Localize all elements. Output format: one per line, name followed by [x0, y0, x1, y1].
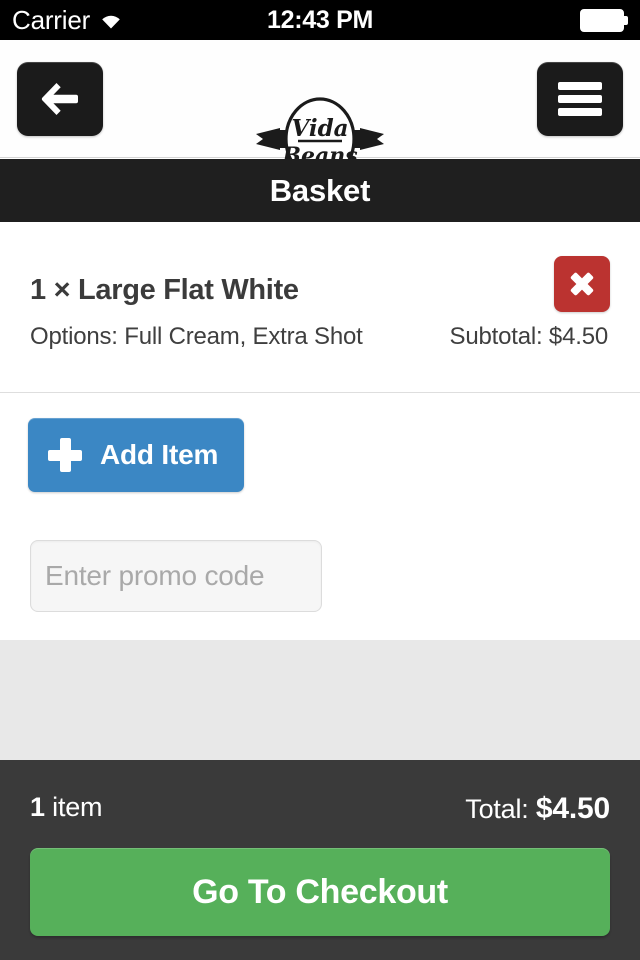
item-count-label: item	[52, 792, 103, 822]
plus-icon	[48, 438, 82, 472]
clock: 12:43 PM	[0, 0, 640, 40]
phone-screen: Carrier 12:43 PM Vida Beans Basket 1 × L…	[0, 0, 640, 960]
add-item-label: Add Item	[100, 439, 219, 470]
order-total-value: $4.50	[535, 792, 610, 825]
arrow-left-icon	[41, 83, 78, 115]
item-count: 1 item	[30, 792, 103, 823]
hamburger-menu-icon	[558, 82, 602, 116]
basket-item-options: Options: Full Cream, Extra Shot	[30, 323, 363, 350]
page-title: Basket	[269, 172, 371, 208]
add-item-button[interactable]: Add Item	[28, 418, 245, 492]
basket-content: 1 × Large Flat White Options: Full Cream…	[0, 222, 640, 640]
status-bar: Carrier 12:43 PM	[0, 0, 640, 40]
back-button[interactable]	[17, 62, 103, 136]
battery-full-icon	[580, 8, 628, 32]
page-title-bar: Basket	[0, 159, 640, 222]
basket-item-title: 1 × Large Flat White	[30, 274, 299, 306]
basket-footer: 1 item Total: $4.50 Go To Checkout	[0, 760, 640, 960]
basket-item-subtotal: Subtotal: $4.50	[449, 323, 609, 350]
go-to-checkout-button[interactable]: Go To Checkout	[30, 848, 610, 936]
order-total-label: Total:	[465, 794, 529, 824]
status-bar-right	[580, 0, 628, 40]
order-total: Total: $4.50	[465, 792, 610, 826]
app-header: Vida Beans	[0, 40, 640, 181]
remove-item-button[interactable]	[554, 256, 610, 312]
menu-button[interactable]	[537, 62, 623, 136]
basket-item-row: 1 × Large Flat White Options: Full Cream…	[0, 222, 640, 392]
close-x-icon	[567, 269, 597, 299]
item-count-number: 1	[30, 792, 45, 822]
promo-code-input[interactable]	[30, 540, 322, 612]
item-divider	[0, 392, 640, 393]
content-spacer	[0, 640, 640, 760]
logo-line-1: Vida	[291, 115, 348, 142]
clock-label: 12:43 PM	[267, 5, 373, 34]
